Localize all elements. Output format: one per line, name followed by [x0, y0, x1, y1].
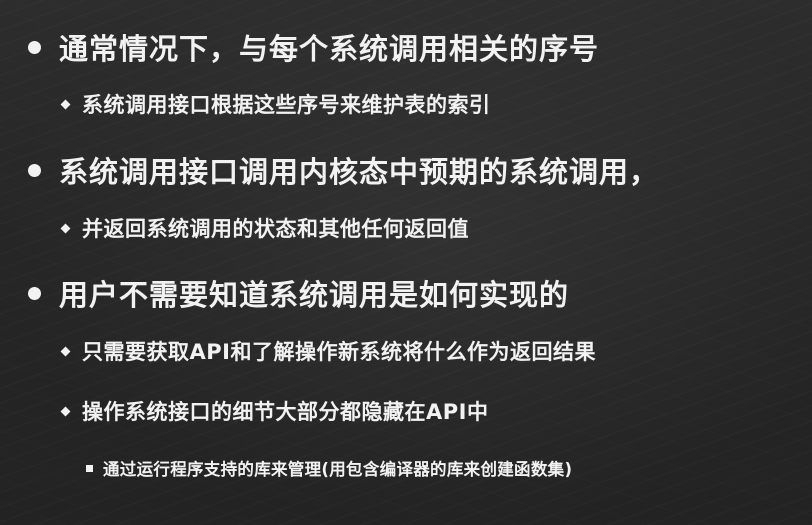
bullet-1-text: 通常情况下，与每个系统调用相关的序号 — [59, 32, 600, 66]
bullet-3-sub-2-text: 操作系统接口的细节大部分都隐藏在API中 — [82, 400, 489, 424]
bullet-3-sub-2-sub-1: 通过运行程序支持的库来管理(用包含编译器的库来创建函数集) — [86, 456, 572, 480]
diamond-bullet-icon — [60, 223, 71, 233]
bullet-2-sub-1-text: 并返回系统调用的状态和其他任何返回值 — [82, 217, 469, 241]
round-bullet-icon — [28, 163, 41, 177]
bullet-2-text: 系统调用接口调用内核态中预期的系统调用， — [59, 155, 660, 189]
bullet-1: 通常情况下，与每个系统调用相关的序号 — [28, 26, 599, 68]
chalkboard-texture — [0, 0, 812, 525]
bullet-3: 用户不需要知道系统调用是如何实现的 — [28, 272, 569, 314]
bullet-3-sub-1: 只需要获取API和了解操作新系统将什么作为返回结果 — [60, 336, 596, 366]
bullet-3-sub-2: 操作系统接口的细节大部分都隐藏在API中 — [60, 396, 489, 426]
bullet-3-sub-1-text: 只需要获取API和了解操作新系统将什么作为返回结果 — [82, 340, 596, 364]
bullet-3-text: 用户不需要知道系统调用是如何实现的 — [59, 278, 570, 312]
bullet-2-sub-1: 并返回系统调用的状态和其他任何返回值 — [60, 213, 469, 243]
bullet-2: 系统调用接口调用内核态中预期的系统调用， — [28, 149, 659, 191]
bullet-1-sub-1-text: 系统调用接口根据这些序号来维护表的索引 — [82, 93, 491, 117]
diamond-bullet-icon — [60, 346, 71, 356]
bullet-1-sub-1: 系统调用接口根据这些序号来维护表的索引 — [60, 89, 491, 119]
slide: 通常情况下，与每个系统调用相关的序号 系统调用接口根据这些序号来维护表的索引 系… — [0, 0, 812, 525]
diamond-bullet-icon — [60, 99, 71, 109]
bullet-3-sub-2-sub-1-text: 通过运行程序支持的库来管理(用包含编译器的库来创建函数集) — [103, 460, 573, 479]
square-bullet-icon — [86, 464, 93, 472]
round-bullet-icon — [28, 40, 41, 54]
diamond-bullet-icon — [60, 406, 71, 416]
round-bullet-icon — [28, 286, 41, 300]
